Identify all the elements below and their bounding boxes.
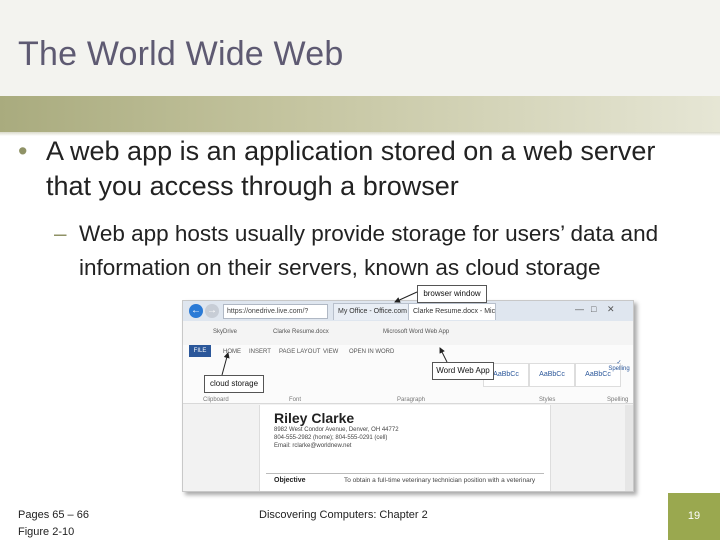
- address-bar[interactable]: https://onedrive.live.com/?: [223, 304, 328, 319]
- skydrive-link[interactable]: SkyDrive: [213, 329, 237, 335]
- bullet-marker: •: [18, 136, 28, 166]
- group-clipboard: Clipboard: [203, 397, 229, 403]
- resume-name: Riley Clarke: [274, 410, 355, 426]
- file-tab[interactable]: FILE: [189, 345, 211, 357]
- group-paragraph: Paragraph: [397, 397, 426, 403]
- callout-cloud-storage: cloud storage: [204, 375, 264, 393]
- browser-tab[interactable]: My Office - Office.com: [333, 303, 411, 320]
- spelling-check-icon: ✓: [616, 360, 622, 366]
- slide-title: The World Wide Web: [18, 35, 344, 73]
- document-name: Clarke Resume.docx: [273, 329, 329, 335]
- slide-number: 19: [668, 493, 720, 540]
- group-styles: Styles: [539, 397, 556, 403]
- maximize-icon[interactable]: □: [591, 304, 596, 314]
- browser-toolbar: ← → https://onedrive.live.com/? My Offic…: [183, 301, 633, 321]
- browser-tab-active[interactable]: Clarke Resume.docx - Micro...: [408, 303, 496, 320]
- objective-text: To obtain a full-time veterinary technic…: [344, 477, 536, 484]
- resume-email: Email: rclarke@worldnew.net: [274, 443, 352, 449]
- group-spelling: Spelling: [607, 397, 629, 403]
- resume-phone: 804-555-2982 (home); 804-555-0291 (cell): [274, 435, 388, 441]
- back-arrow-icon[interactable]: ←: [189, 304, 203, 318]
- menu-view[interactable]: VIEW: [323, 349, 338, 355]
- callout-browser-window: browser window: [417, 285, 487, 303]
- bullet-level1: • A web app is an application stored on …: [18, 134, 658, 204]
- objective-label: Objective: [274, 477, 306, 484]
- footer-pages: Pages 65 – 66: [18, 509, 89, 521]
- divider: [266, 473, 544, 474]
- menu-open-in-word[interactable]: OPEN IN WORD: [349, 349, 394, 355]
- forward-arrow-icon[interactable]: →: [205, 304, 219, 318]
- document-page[interactable]: Riley Clarke 8982 West Condor Avenue, De…: [259, 405, 551, 491]
- footer-title: Discovering Computers: Chapter 2: [259, 509, 428, 521]
- style-no-spacing[interactable]: AaBbCc: [529, 363, 575, 387]
- office-header: SkyDrive Clarke Resume.docx Microsoft Wo…: [183, 321, 633, 346]
- spelling-label: Spelling: [608, 366, 630, 372]
- web-app-screenshot: ← → https://onedrive.live.com/? My Offic…: [182, 300, 634, 492]
- sub-bullet-text: Web app hosts usually provide storage fo…: [79, 221, 659, 280]
- resume-address: 8982 West Condor Avenue, Denver, OH 4477…: [274, 427, 399, 433]
- bullet-text: A web app is an application stored on a …: [46, 136, 656, 201]
- menu-home[interactable]: HOME: [223, 349, 241, 355]
- bullet-level2: – Web app hosts usually provide storage …: [54, 217, 694, 285]
- dash-marker: –: [54, 221, 67, 246]
- menu-page-layout[interactable]: PAGE LAYOUT: [279, 349, 320, 355]
- footer-reference: Pages 65 – 66 Figure 2-10: [18, 507, 89, 541]
- footer-figure: Figure 2-10: [18, 526, 75, 538]
- close-icon[interactable]: ✕: [607, 304, 615, 315]
- menu-insert[interactable]: INSERT: [249, 349, 271, 355]
- minimize-icon[interactable]: —: [575, 304, 584, 314]
- spelling-button[interactable]: ✓ Spelling: [607, 359, 631, 389]
- app-name: Microsoft Word Web App: [383, 329, 450, 335]
- group-font: Font: [289, 397, 302, 403]
- callout-word-web-app: Word Web App: [432, 362, 494, 380]
- title-band: [0, 96, 720, 132]
- vertical-scrollbar[interactable]: [625, 405, 633, 491]
